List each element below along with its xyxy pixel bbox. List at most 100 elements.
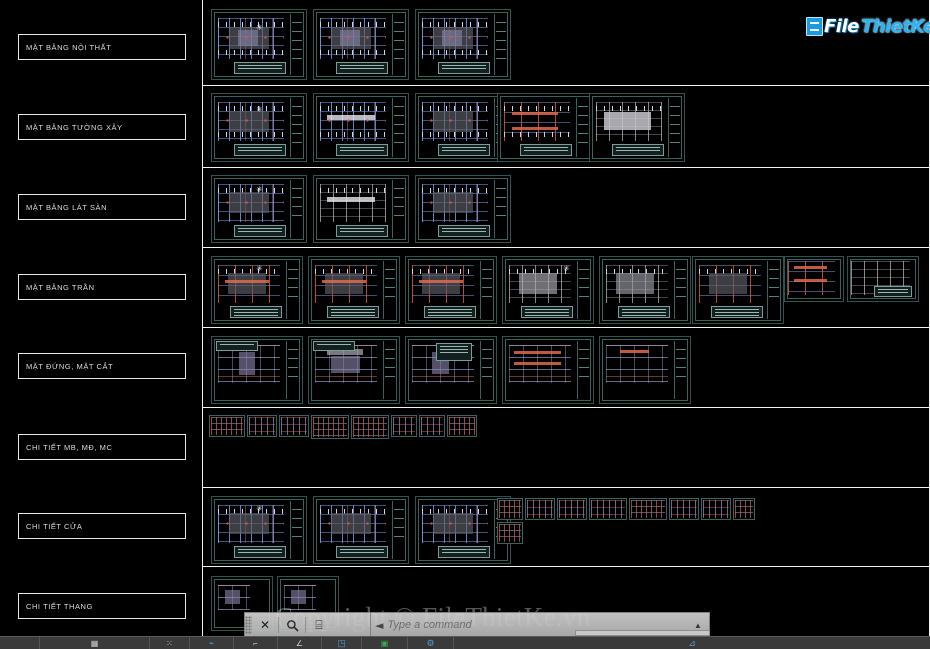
status-hardware-accel[interactable]: ⊿ <box>454 637 930 649</box>
status-object-snap[interactable]: ◳ <box>322 636 362 649</box>
status-grid-display[interactable]: ▦ <box>40 636 150 649</box>
sheet-corner <box>211 9 218 16</box>
cad-sheet[interactable] <box>599 336 691 404</box>
cad-sheet[interactable] <box>405 256 497 324</box>
cad-sheet[interactable] <box>599 256 691 324</box>
cad-sheet[interactable]: ✳ <box>211 496 307 564</box>
cad-sheet[interactable] <box>415 9 511 80</box>
sheet-corner <box>415 557 422 564</box>
cad-sheet[interactable]: ✳ <box>211 93 307 162</box>
grid-ticks-bottom <box>504 132 570 137</box>
grid-ticks-bottom <box>218 132 284 137</box>
detail-block[interactable] <box>733 498 755 520</box>
sheet-title-strip <box>577 261 590 319</box>
command-history-expand-icon[interactable]: ▲ <box>687 621 709 630</box>
cad-sheet[interactable]: ✳ <box>211 175 307 243</box>
command-line-drag-handle[interactable] <box>245 616 252 634</box>
status-snap-mode[interactable]: ⁙ <box>150 636 190 649</box>
detail-block[interactable] <box>557 498 587 520</box>
cad-sheet[interactable] <box>692 256 784 324</box>
section-label-ct-mb-md-mc[interactable]: CHI TIẾT MB, MĐ, MC <box>18 434 186 460</box>
sheet-title-strip <box>383 341 396 399</box>
detail-block[interactable] <box>391 415 417 437</box>
sheet-corner <box>211 73 218 80</box>
status-bar[interactable]: ▦ ⁙ ⌁ ⌐ ∠ ◳ ▣ ⚙ ⊿ <box>0 636 930 649</box>
plan-nodes <box>218 112 284 131</box>
detail-block[interactable] <box>311 415 349 439</box>
cad-sheet[interactable] <box>308 256 400 324</box>
section-label-ct-cua[interactable]: CHI TIẾT CỬA <box>18 513 186 539</box>
sheet-corner <box>415 236 422 243</box>
door-detail-drawing <box>559 500 585 518</box>
status-polar-tracking[interactable]: ∠ <box>278 636 322 649</box>
cad-sheet[interactable] <box>415 175 511 243</box>
command-line-toolbar[interactable]: ✕ ⌸ <box>244 612 370 638</box>
cad-sheet[interactable] <box>847 256 919 302</box>
section-label-tuong-xay[interactable]: MẶT BẰNG TƯỜNG XÂY <box>18 114 186 140</box>
detail-block[interactable] <box>247 415 277 437</box>
section-label-text: MẶT ĐỨNG, MẶT CẮT <box>26 361 114 371</box>
cad-sheet[interactable] <box>211 336 303 404</box>
detail-block[interactable] <box>589 498 627 520</box>
cad-sheet[interactable] <box>313 93 409 162</box>
cad-sheet[interactable] <box>405 336 497 404</box>
sheet-title-strip <box>674 261 687 319</box>
section-label-lat-san[interactable]: MẶT BẰNG LÁT SÀN <box>18 194 186 220</box>
detail-block[interactable] <box>629 498 667 520</box>
status-workspace-switch[interactable]: ⚙ <box>408 636 454 649</box>
close-icon[interactable]: ✕ <box>252 613 278 637</box>
sheet-title-strip <box>494 180 507 238</box>
sheet-corner <box>692 256 699 263</box>
cad-sheet[interactable] <box>308 336 400 404</box>
cad-drawing-canvas[interactable]: ✳ ✳ ✳ ✳ ✳ ✳ <box>203 0 930 649</box>
cad-sheet[interactable] <box>784 256 844 302</box>
door-plan-drawing <box>422 505 488 543</box>
sheet-corner <box>308 256 315 263</box>
status-annotation-scale[interactable]: ▣ <box>362 636 408 649</box>
detail-block[interactable] <box>497 522 523 544</box>
sheet-title-strip <box>290 180 303 238</box>
cad-sheet[interactable]: ✳ <box>502 256 594 324</box>
ceiling-plan-drawing <box>412 265 474 303</box>
detail-block[interactable] <box>669 498 699 520</box>
detail-drawing <box>393 417 415 435</box>
grid-ticks-top <box>320 106 386 111</box>
section-label-tran[interactable]: MẶT BẰNG TRẦN <box>18 274 186 300</box>
filethietke-logo[interactable]: File ThietKe .vn <box>806 14 930 38</box>
search-icon[interactable] <box>279 613 305 637</box>
title-block-stamp <box>327 306 379 318</box>
door-detail-drawing <box>735 500 753 518</box>
plan-nodes <box>218 514 284 533</box>
door-plan-drawing <box>218 505 284 543</box>
sheet-corner <box>692 317 699 324</box>
cad-sheet[interactable] <box>502 336 594 404</box>
sheet-corner <box>502 336 509 343</box>
document-icon <box>806 16 823 36</box>
title-block-stamp <box>234 144 286 156</box>
section-label-mat-dung[interactable]: MẶT ĐỨNG, MẶT CẮT <box>18 353 186 379</box>
cad-sheet[interactable] <box>497 93 593 162</box>
recent-commands-icon[interactable]: ⌸ <box>306 613 332 637</box>
detail-block[interactable] <box>419 415 445 437</box>
detail-block[interactable] <box>447 415 477 437</box>
section-label-noi-that[interactable]: MẶT BẰNG NỘI THẤT <box>18 34 186 60</box>
detail-block[interactable] <box>701 498 731 520</box>
status-model-tab[interactable] <box>0 636 40 649</box>
section-label-ct-thang[interactable]: CHI TIẾT THANG <box>18 593 186 619</box>
status-infer-constraints[interactable]: ⌁ <box>190 636 234 649</box>
detail-block[interactable] <box>279 415 309 437</box>
detail-block[interactable] <box>497 498 523 520</box>
detail-block[interactable] <box>351 415 389 439</box>
detail-block[interactable] <box>525 498 555 520</box>
cad-sheet[interactable] <box>589 93 685 162</box>
grid-ticks-bottom <box>320 132 386 137</box>
status-ortho-mode[interactable]: ⌐ <box>234 636 278 649</box>
cad-sheet[interactable]: ✳ <box>211 9 307 80</box>
drawing-legend <box>216 341 258 351</box>
detail-block[interactable] <box>209 415 245 437</box>
cad-sheet[interactable] <box>313 9 409 80</box>
cad-sheet[interactable] <box>313 175 409 243</box>
door-detail-drawing <box>703 500 729 518</box>
cad-sheet[interactable]: ✳ <box>211 256 303 324</box>
cad-sheet[interactable] <box>313 496 409 564</box>
